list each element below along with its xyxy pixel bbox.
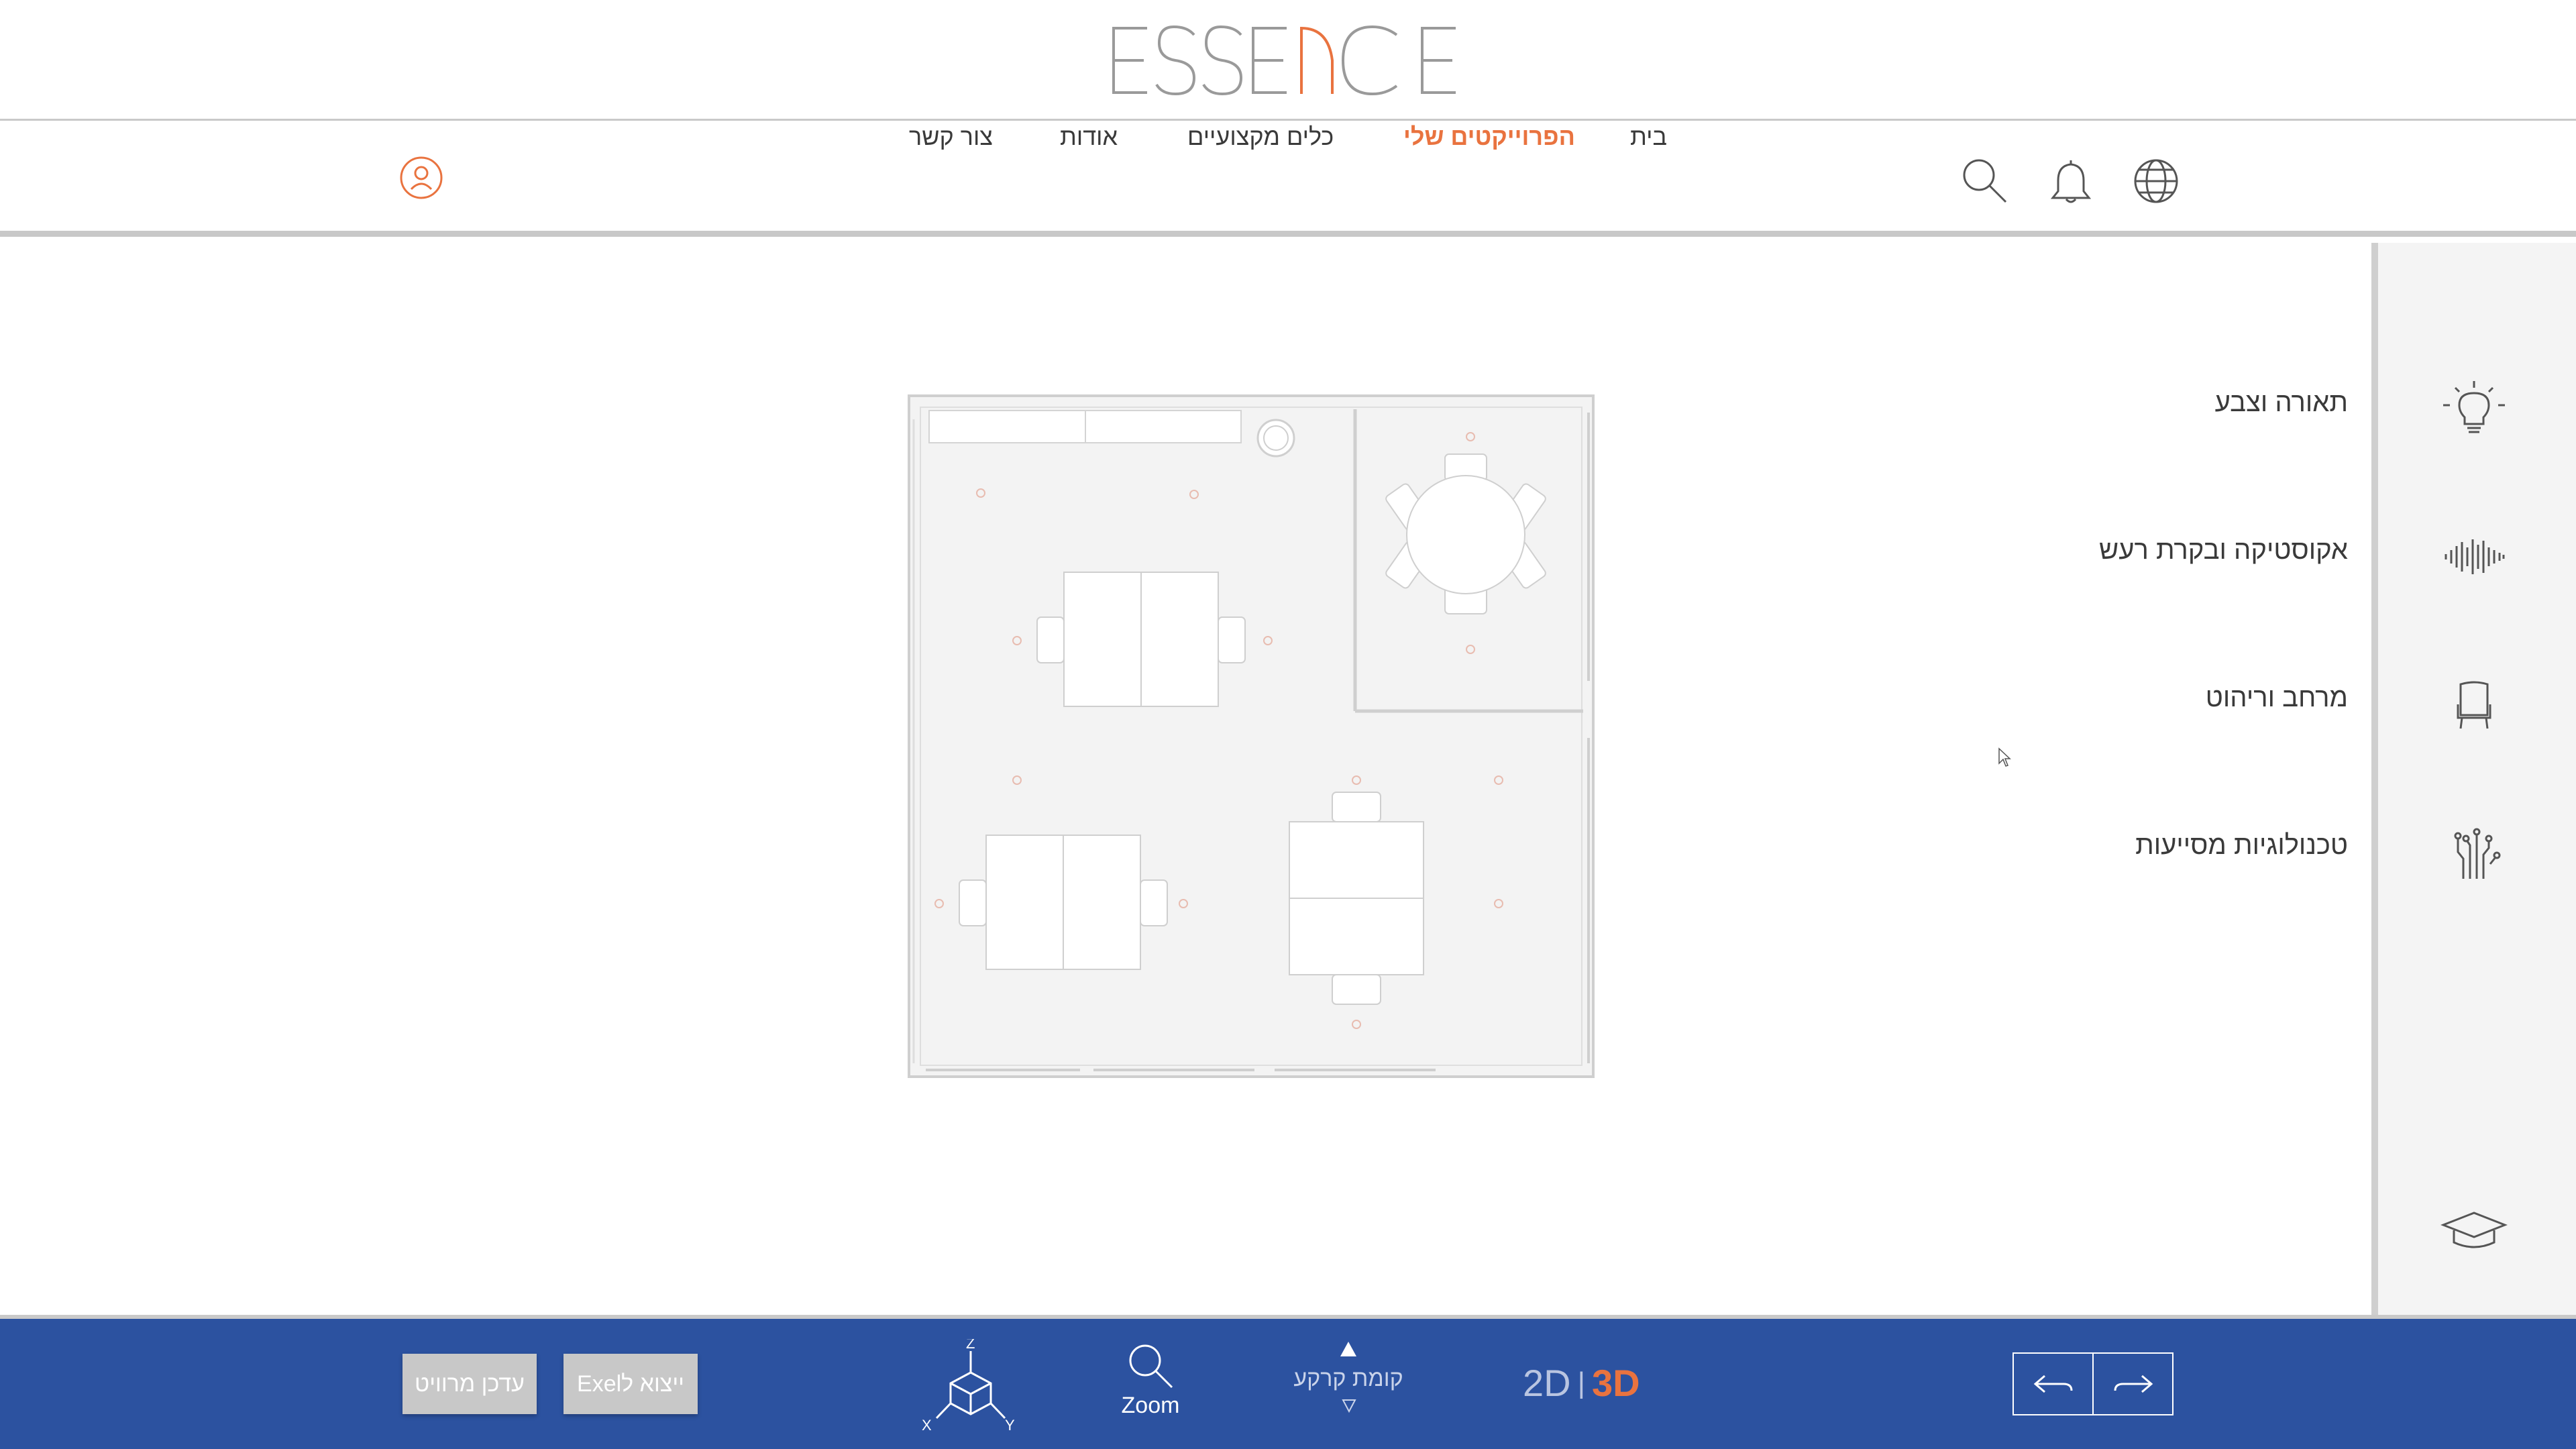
undo-arrow-icon — [2033, 1375, 2072, 1393]
zoom-label[interactable]: Zoom — [1117, 1393, 1184, 1419]
tool-space-furniture[interactable]: מרחב וריהוט — [1878, 683, 2348, 730]
undo-redo-group — [2012, 1352, 2174, 1415]
nav-link-about[interactable]: אודות — [1060, 123, 1118, 151]
mouse-cursor-icon — [1998, 747, 2011, 767]
nav-bar: צור קשר אודות כלים מקצועיים הפרוייקטים ש… — [0, 123, 2576, 237]
essence-logo[interactable] — [1107, 20, 1469, 101]
side-panel — [2371, 243, 2576, 1315]
circuit-hand-icon[interactable] — [2440, 818, 2508, 885]
view-mode-toggle: 2D | 3D — [1523, 1361, 1640, 1405]
nav-link-home[interactable]: בית — [1630, 123, 1667, 151]
lightbulb-icon[interactable] — [2440, 376, 2508, 443]
view-2d-button[interactable]: 2D — [1523, 1362, 1571, 1404]
export-excel-button[interactable]: ייצוא לExel — [564, 1354, 698, 1414]
soundwave-icon[interactable] — [2440, 523, 2508, 590]
floor-label: קומת קרקע — [1293, 1366, 1403, 1391]
bottom-toolbar: עדכן מרוויט ייצוא לExel Z X Y Zoom קומת … — [0, 1315, 2576, 1449]
view-separator: | — [1577, 1366, 1586, 1399]
search-icon[interactable] — [1960, 156, 2010, 206]
user-icon[interactable] — [399, 156, 443, 200]
graduation-cap-icon[interactable] — [2440, 1195, 2508, 1263]
logo-bar — [0, 0, 2576, 121]
axis-y-label: Y — [1005, 1417, 1015, 1434]
view-3d-button[interactable]: 3D — [1592, 1362, 1640, 1404]
axis-z-label: Z — [966, 1339, 975, 1352]
nav-link-contact[interactable]: צור קשר — [909, 123, 993, 151]
redo-arrow-icon — [2114, 1375, 2153, 1393]
tool-acoustics[interactable]: אקוסטיקה ובקרת רעש — [1878, 535, 2348, 582]
update-from-revit-button[interactable]: עדכן מרוויט — [402, 1354, 537, 1414]
tool-assistive-tech[interactable]: טכנולוגיות מסייעות — [1878, 830, 2348, 877]
undo-button[interactable] — [2014, 1354, 2092, 1414]
zoom-icon[interactable] — [1124, 1339, 1177, 1393]
chair-icon[interactable] — [2440, 671, 2508, 738]
axes-view-icon[interactable]: Z X Y — [920, 1339, 1021, 1446]
tool-lighting-color[interactable]: תאורה וצבע — [1878, 388, 2348, 435]
nav-link-projects[interactable]: הפרוייקטים שלי — [1403, 123, 1575, 151]
bell-icon[interactable] — [2046, 156, 2096, 206]
redo-button[interactable] — [2092, 1354, 2172, 1414]
nav-link-tools[interactable]: כלים מקצועיים — [1187, 123, 1334, 151]
floor-plan-canvas[interactable] — [906, 392, 1597, 1080]
floor-down-arrow-icon[interactable] — [1342, 1398, 1356, 1413]
axis-x-label: X — [922, 1417, 932, 1434]
globe-icon[interactable] — [2131, 156, 2181, 206]
floor-up-arrow-icon[interactable] — [1338, 1339, 1358, 1359]
